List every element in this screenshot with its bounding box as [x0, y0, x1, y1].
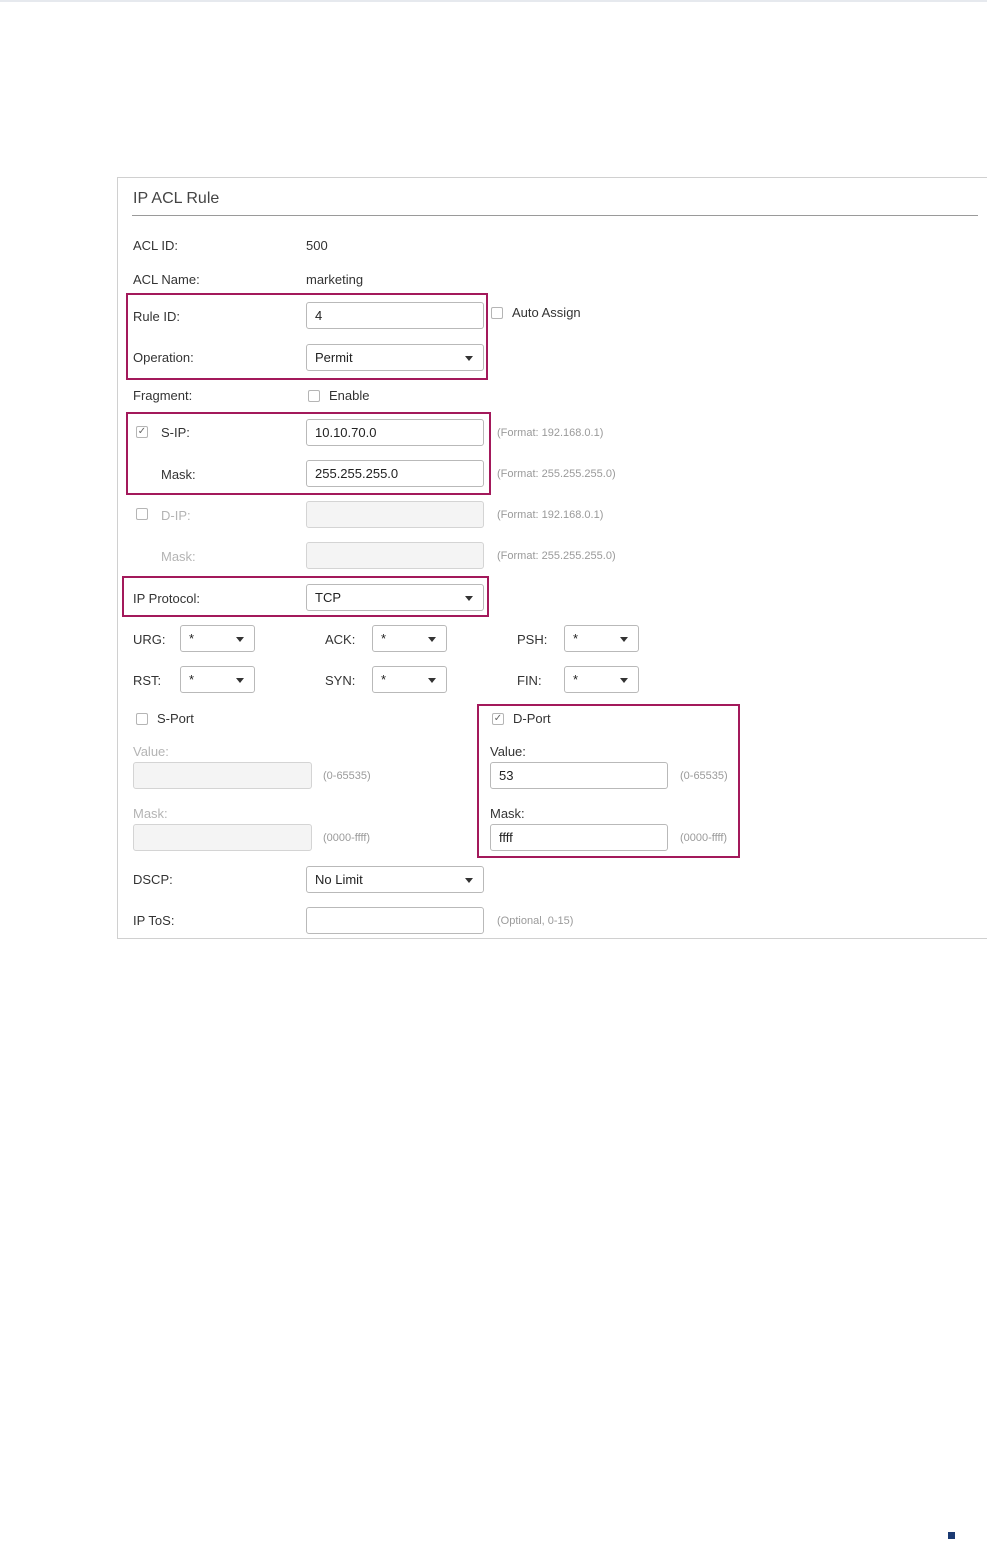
chevron-down-icon — [428, 637, 436, 642]
s-port-value-input[interactable] — [133, 762, 312, 789]
acl-name-label: ACL Name: — [133, 272, 200, 287]
chevron-down-icon — [465, 878, 473, 883]
d-ip-input[interactable] — [306, 501, 484, 528]
ack-selected-value: * — [381, 631, 387, 646]
auto-assign-checkbox[interactable] — [491, 307, 503, 319]
s-ip-mask-input[interactable]: 255.255.255.0 — [306, 460, 484, 487]
fin-label: FIN: — [517, 673, 542, 688]
syn-select[interactable]: * — [372, 666, 447, 693]
ip-protocol-label: IP Protocol: — [133, 591, 200, 606]
d-port-mask-label: Mask: — [490, 806, 525, 821]
syn-label: SYN: — [325, 673, 356, 688]
urg-label: URG: — [133, 632, 166, 647]
d-ip-format-hint: (Format: 192.168.0.1) — [497, 509, 604, 521]
ip-tos-input[interactable] — [306, 907, 484, 934]
psh-selected-value: * — [573, 631, 579, 646]
chevron-down-icon — [428, 678, 436, 683]
s-port-mask-label: Mask: — [133, 806, 168, 821]
urg-selected-value: * — [189, 631, 195, 646]
s-ip-checkbox[interactable]: ✓ — [136, 426, 148, 438]
s-port-checkbox[interactable] — [136, 713, 148, 725]
fragment-enable-checkbox[interactable] — [308, 390, 320, 402]
d-port-mask-hint: (0000-ffff) — [680, 832, 728, 844]
s-ip-format-hint: (Format: 192.168.0.1) — [497, 427, 604, 439]
rst-selected-value: * — [189, 672, 195, 687]
d-port-checkbox[interactable]: ✓ — [492, 713, 504, 725]
s-ip-input[interactable]: 10.10.70.0 — [306, 419, 484, 446]
ack-select[interactable]: * — [372, 625, 447, 652]
d-ip-mask-label: Mask: — [161, 549, 196, 564]
chevron-down-icon — [620, 637, 628, 642]
fin-selected-value: * — [573, 672, 579, 687]
acl-id-value: 500 — [306, 238, 328, 253]
s-ip-label: S-IP: — [161, 425, 190, 440]
s-port-mask-input[interactable] — [133, 824, 312, 851]
psh-label: PSH: — [517, 632, 548, 647]
chevron-down-icon — [236, 637, 244, 642]
chevron-down-icon — [465, 356, 473, 361]
ip-acl-rule-panel: IP ACL Rule ACL ID: 500 ACL Name: market… — [117, 177, 987, 939]
rule-id-label: Rule ID: — [133, 309, 180, 324]
dscp-selected-value: No Limit — [315, 872, 363, 887]
chevron-down-icon — [465, 596, 473, 601]
d-port-value-input[interactable]: 53 — [490, 762, 668, 789]
rule-id-input[interactable]: 4 — [306, 302, 484, 329]
s-port-mask-hint: (0000-ffff) — [323, 832, 371, 844]
acl-name-value: marketing — [306, 272, 364, 287]
syn-selected-value: * — [381, 672, 387, 687]
operation-label: Operation: — [133, 350, 194, 365]
s-port-value-label: Value: — [133, 744, 169, 759]
dscp-label: DSCP: — [133, 872, 173, 887]
psh-select[interactable]: * — [564, 625, 639, 652]
fragment-enable-label: Enable — [329, 388, 370, 403]
operation-select[interactable]: Permit — [306, 344, 484, 371]
d-ip-mask-format-hint: (Format: 255.255.255.0) — [497, 550, 616, 562]
acl-id-label: ACL ID: — [133, 238, 179, 253]
operation-selected-value: Permit — [315, 350, 353, 365]
fin-select[interactable]: * — [564, 666, 639, 693]
ip-protocol-select[interactable]: TCP — [306, 584, 484, 611]
d-port-value-hint: (0-65535) — [680, 770, 728, 782]
chevron-down-icon — [620, 678, 628, 683]
urg-select[interactable]: * — [180, 625, 255, 652]
ip-tos-hint: (Optional, 0-15) — [497, 915, 574, 927]
checkmark-icon: ✓ — [137, 426, 147, 437]
chevron-down-icon — [236, 678, 244, 683]
page-corner-mark — [948, 1532, 955, 1539]
title-divider — [132, 215, 978, 216]
d-port-label: D-Port — [513, 711, 551, 726]
ack-label: ACK: — [325, 632, 356, 647]
top-divider — [0, 0, 987, 2]
d-ip-label: D-IP: — [161, 508, 191, 523]
rst-label: RST: — [133, 673, 162, 688]
ip-protocol-selected-value: TCP — [315, 590, 341, 605]
fragment-label: Fragment: — [133, 388, 193, 403]
d-port-value-label: Value: — [490, 744, 526, 759]
rst-select[interactable]: * — [180, 666, 255, 693]
s-port-value-hint: (0-65535) — [323, 770, 371, 782]
s-ip-mask-label: Mask: — [161, 467, 196, 482]
s-ip-mask-format-hint: (Format: 255.255.255.0) — [497, 468, 616, 480]
s-port-label: S-Port — [157, 711, 194, 726]
dscp-select[interactable]: No Limit — [306, 866, 484, 893]
checkmark-icon: ✓ — [493, 713, 503, 724]
d-ip-checkbox[interactable] — [136, 508, 148, 520]
d-ip-mask-input[interactable] — [306, 542, 484, 569]
panel-title: IP ACL Rule — [133, 190, 220, 207]
auto-assign-label: Auto Assign — [512, 305, 581, 320]
d-port-mask-input[interactable]: ffff — [490, 824, 668, 851]
ip-tos-label: IP ToS: — [133, 913, 175, 928]
